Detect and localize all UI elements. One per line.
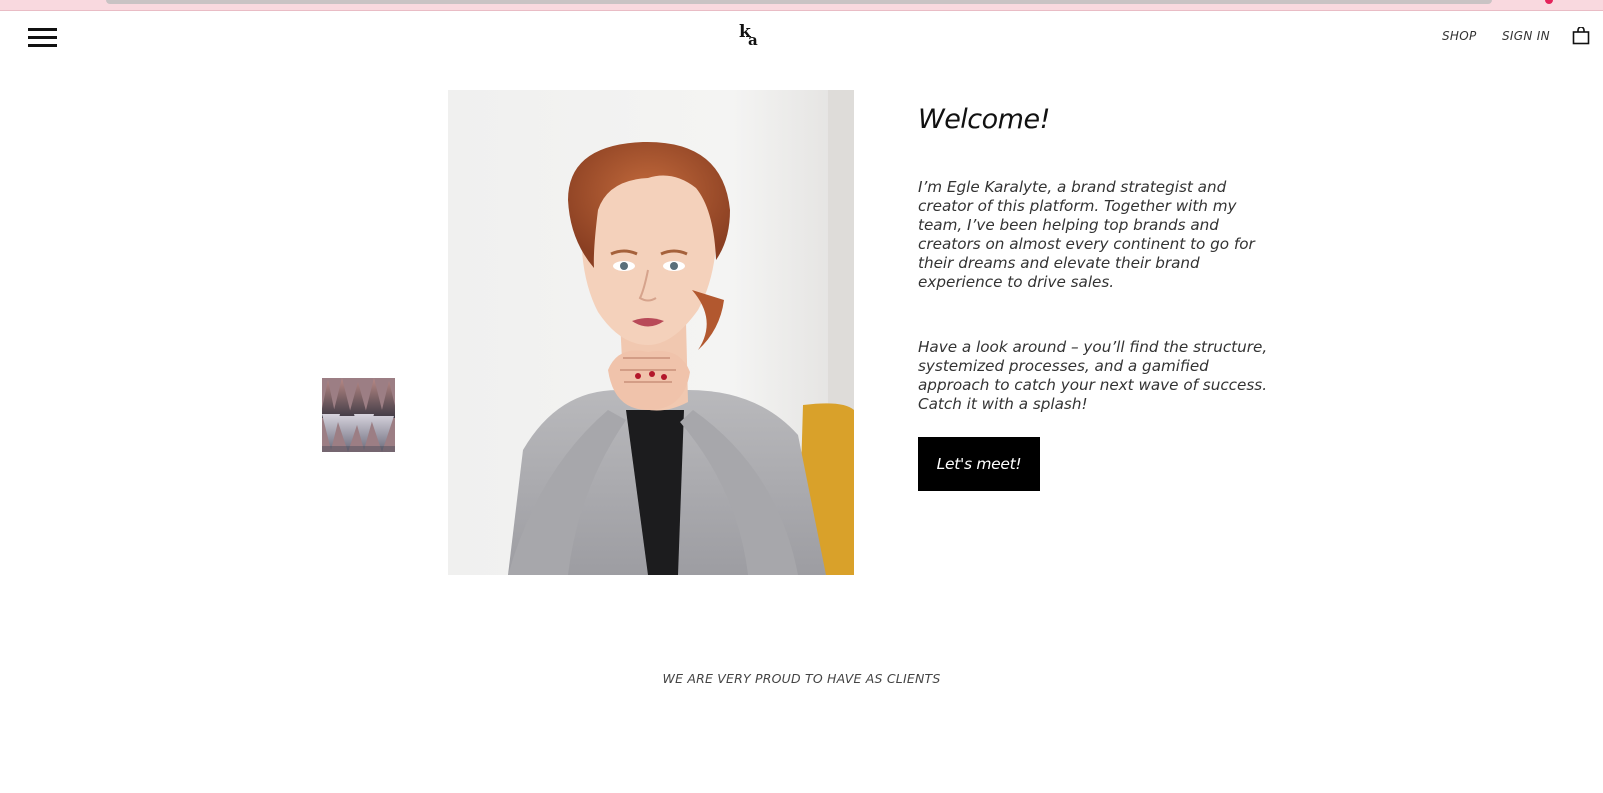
welcome-title: Welcome! [918, 104, 1050, 135]
portrait-illustration [448, 90, 854, 575]
nav-shop-link[interactable]: SHOP [1442, 29, 1477, 43]
svg-text:a: a [748, 31, 758, 48]
clients-heading: WE ARE VERY PROUD TO HAVE AS CLIENTS [662, 671, 941, 686]
invite-paragraph: Have a look around – you’ll find the str… [918, 338, 1268, 413]
hamburger-menu-icon[interactable] [28, 28, 57, 48]
browser-top-strip [0, 0, 1603, 11]
logo-mark-icon: k a [739, 22, 758, 49]
notification-dot [1545, 0, 1553, 4]
lets-meet-button[interactable]: Let's meet! [918, 437, 1040, 491]
intro-paragraph: I’m Egle Karalyte, a brand strategist an… [918, 178, 1255, 291]
gallery-thumbnail[interactable] [322, 378, 395, 452]
portrait-photo [448, 90, 854, 575]
site-logo[interactable]: k a [738, 22, 764, 49]
top-strip-bar [106, 0, 1492, 4]
shopping-bag-icon[interactable] [1572, 26, 1590, 45]
nav-signin-link[interactable]: SIGN IN [1502, 29, 1550, 43]
